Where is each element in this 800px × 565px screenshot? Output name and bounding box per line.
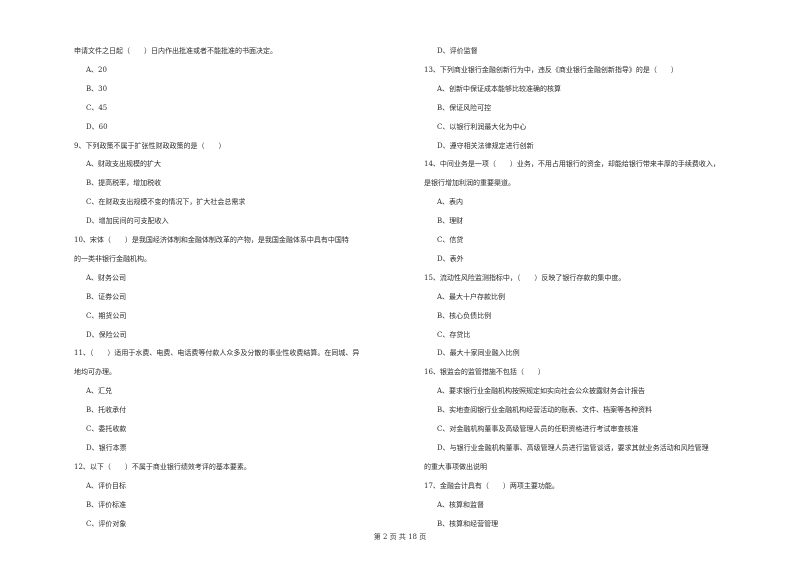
answer-option: D、评价监督 [437, 47, 478, 55]
answer-option: B、评价标准 [86, 500, 127, 509]
answer-option: C、信贷 [437, 236, 464, 244]
answer-option: D、增加民间的可支配收入 [86, 217, 169, 226]
question-text: 地均可办理。 [74, 368, 116, 377]
answer-option: D、最大十家同业融入比例 [437, 349, 520, 358]
question-text: 15、流动性风险监测指标中，（ ）反映了银行存款的集中度。 [424, 273, 626, 282]
answer-option: C、委托收款 [86, 425, 127, 433]
answer-option: C、评价对象 [86, 519, 127, 528]
answer-option: D、表外 [437, 254, 464, 263]
question-text: 是银行增加利润的重要渠道。 [424, 179, 515, 188]
answer-option: A、核算和监督 [437, 500, 485, 509]
question-text: 的重大事项做出说明 [424, 462, 487, 471]
answer-option: A、要求银行业金融机构按照规定如实向社会公众披露财务会计报告 [437, 387, 646, 396]
answer-option: B、证券公司 [86, 292, 127, 301]
answer-option: B、实地查阅银行业金融机构经营活动的账表、文件、档案等各种资料 [437, 406, 653, 415]
answer-option: D、遵守相关法律规定进行创新 [437, 141, 534, 150]
question-text: 16、银监会的监管措施不包括（ ） [424, 368, 545, 377]
answer-option: B、理财 [437, 217, 464, 226]
answer-option: C、期货公司 [86, 311, 127, 320]
answer-option: C、存贷比 [437, 330, 471, 339]
answer-option: D、银行本票 [86, 443, 127, 452]
answer-option: D、60 [86, 122, 108, 131]
answer-option: A、创新中保证成本能够比较准确的核算 [437, 84, 562, 93]
answer-option: A、表内 [437, 198, 464, 207]
question-text: 10、宋体（ ）是我国经济体制和金融体制改革的产物，是我国金融体系中具有中国特 [74, 236, 349, 244]
page-footer: 第 2 页 共 18 页 [373, 533, 427, 541]
answer-option: A、汇兑 [86, 387, 113, 396]
question-text: 11、（ ）适用于水费、电费、电话费等付款人众多及分散的事业性收费结算。在同城、… [74, 349, 360, 358]
answer-option: C、45 [86, 103, 108, 112]
question-text: 的一类非银行金融机构。 [74, 254, 151, 263]
answer-option: B、核算和经营管理 [437, 519, 499, 528]
answer-option: D、与银行业金融机构董事、高级管理人员进行监管谈话，要求其就业务活动和风险管理 [437, 443, 709, 452]
answer-option: C、在财政支出规模不变的情况下，扩大社会总需求 [86, 198, 246, 207]
question-text: 12、以下（ ）不属于商业银行绩效考评的基本要素。 [74, 462, 251, 471]
answer-option: B、保证风险可控 [437, 103, 492, 112]
answer-option: B、核心负债比例 [437, 311, 492, 320]
answer-option: A、最大十户存款比例 [437, 292, 506, 301]
answer-option: A、评价目标 [86, 481, 127, 490]
question-text: 17、金融会计具有（ ）两项主要功能。 [424, 481, 559, 490]
answer-option: B、托收承付 [86, 406, 127, 415]
answer-option: B、30 [86, 84, 108, 93]
answer-option: A、20 [86, 65, 107, 74]
question-text: 14、中间业务是一项（ ）业务，不用占用银行的资金，却能给银行带来丰厚的手续费收… [424, 160, 720, 169]
answer-option: C、以银行利润最大化为中心 [437, 122, 527, 131]
answer-option: B、提高税率，增加税收 [86, 179, 162, 188]
question-text: 13、下列商业银行金融创新行为中，违反《商业银行金融创新指导》的是（ ） [424, 65, 678, 74]
question-text: 申请文件之日起（ ）日内作出批准或者不能批准的书面决定。 [74, 47, 277, 55]
answer-option: A、财务公司 [86, 273, 127, 282]
answer-option: A、财政支出规模的扩大 [86, 160, 162, 169]
answer-option: D、保险公司 [86, 330, 127, 339]
question-text: 9、下列政策不属于扩张性财政政策的是（ ） [74, 141, 226, 150]
answer-option: C、对金融机构董事及高级管理人员的任职资格进行考试审查核准 [437, 425, 639, 433]
